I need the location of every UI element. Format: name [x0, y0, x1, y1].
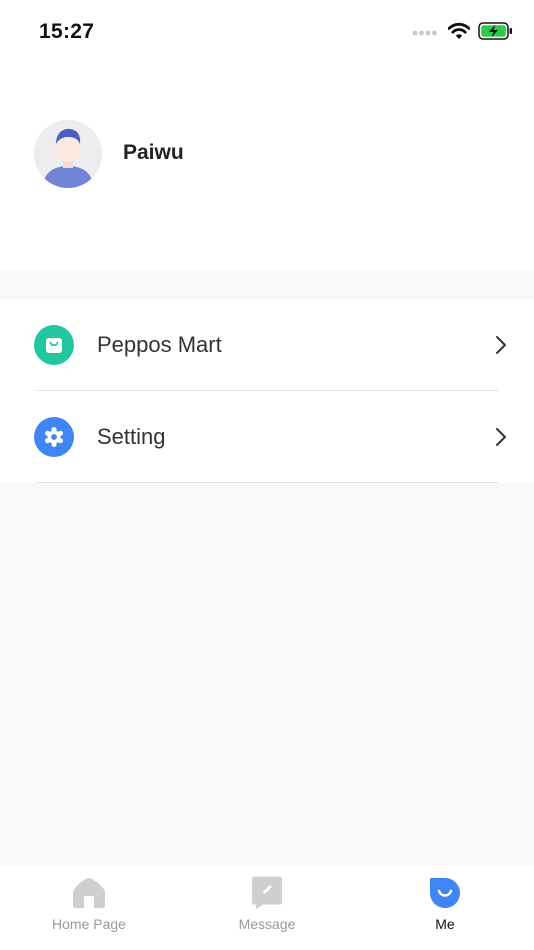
wifi-icon: [447, 22, 471, 45]
menu-list: Peppos Mart Setting: [0, 299, 534, 483]
tab-me[interactable]: Me: [356, 866, 534, 950]
status-bar: 15:27: [0, 0, 534, 66]
chevron-right-icon: [494, 335, 508, 355]
user-name: Paiwu: [123, 141, 184, 164]
menu-item-label: Peppos Mart: [97, 332, 222, 357]
message-icon: [249, 874, 285, 910]
chevron-right-icon: [494, 427, 508, 447]
tab-bar: Home Page Message Me: [0, 866, 534, 950]
gear-icon: [34, 417, 74, 457]
status-icons: [412, 21, 514, 45]
status-time: 15:27: [39, 20, 95, 43]
tab-label: Me: [435, 916, 455, 932]
tab-label: Home Page: [52, 916, 126, 932]
home-icon: [71, 874, 107, 910]
shopping-bag-icon: [34, 325, 74, 365]
battery-charging-icon: [478, 21, 514, 45]
me-icon: [427, 874, 463, 910]
menu-item-label: Setting: [97, 424, 166, 449]
tab-label: Message: [238, 916, 296, 932]
menu-item-peppos-mart[interactable]: Peppos Mart: [0, 299, 534, 391]
signal-icon: [412, 24, 438, 42]
divider: [36, 482, 498, 483]
menu-item-setting[interactable]: Setting: [0, 391, 534, 483]
tab-message[interactable]: Message: [178, 866, 356, 950]
tab-home-page[interactable]: Home Page: [0, 866, 178, 950]
profile-section: Paiwu: [0, 66, 534, 270]
avatar[interactable]: [34, 120, 102, 188]
